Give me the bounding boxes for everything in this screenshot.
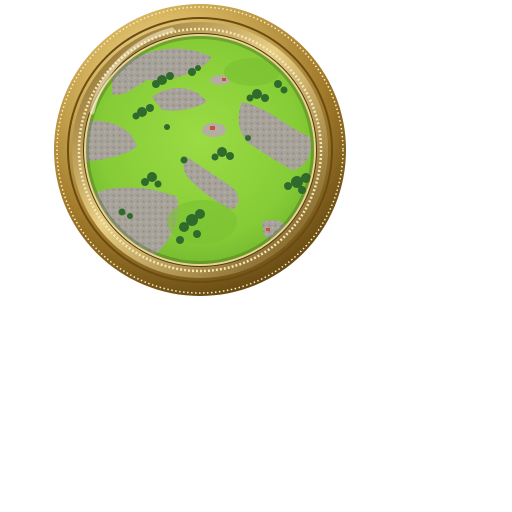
settlement-north [222, 78, 226, 81]
settlement-center [210, 126, 215, 130]
minimap-svg [54, 4, 346, 296]
minimap[interactable] [52, 2, 348, 298]
settlement-southeast [266, 228, 270, 231]
screen [0, 0, 512, 512]
